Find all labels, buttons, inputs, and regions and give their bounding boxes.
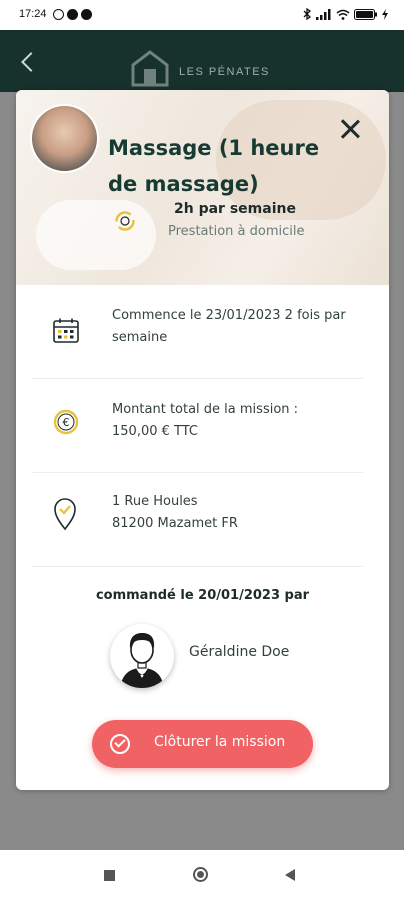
battery-icon	[354, 8, 377, 20]
euro-coin-icon: €	[53, 409, 79, 435]
ordered-by-label: commandé le 20/01/2023 par	[95, 588, 310, 603]
info-row-start-date: Commence le 23/01/2023 2 fois par semain…	[32, 285, 379, 379]
location-pin-icon	[54, 498, 76, 531]
person-avatar-icon	[120, 633, 164, 688]
app-header	[0, 30, 404, 92]
client-avatar	[110, 624, 174, 688]
status-notification-icons	[53, 9, 92, 20]
status-bar: 17:24	[0, 0, 404, 30]
check-circle-icon	[110, 734, 130, 754]
charging-icon	[382, 8, 388, 20]
status-system-icons	[303, 8, 388, 20]
wifi-icon	[336, 9, 350, 20]
frequency-text: 2h par semaine	[174, 201, 296, 217]
status-time: 17:24	[19, 8, 47, 20]
service-place: Prestation à domicile	[168, 224, 305, 239]
amount-text: Montant total de la mission : 150,00 € T…	[112, 402, 299, 439]
home-icon[interactable]	[193, 867, 208, 882]
svg-text:€: €	[63, 416, 70, 429]
hero-decoration	[36, 200, 156, 270]
brand-name: LES PÉNATES	[179, 66, 270, 78]
notification-icon	[81, 9, 92, 20]
info-row-address: 1 Rue Houles 81200 Mazamet FR	[32, 473, 379, 567]
back-triangle-icon[interactable]	[285, 869, 295, 881]
address-line2: 81200 Mazamet FR	[112, 516, 238, 531]
close-icon[interactable]	[339, 118, 361, 140]
mission-detail-card: Massage (1 heure de massage) 2h par sema…	[16, 90, 389, 790]
close-mission-label: Clôturer la mission	[154, 734, 286, 750]
client-name: Géraldine Doe	[189, 644, 290, 660]
house-logo-icon	[131, 50, 169, 87]
divider	[32, 566, 363, 567]
calendar-icon	[53, 318, 79, 343]
notification-icon	[67, 9, 78, 20]
address-line1: 1 Rue Houles	[112, 494, 198, 509]
beneficiary-avatar	[32, 106, 97, 171]
start-date-text: Commence le 23/01/2023 2 fois par semain…	[112, 308, 346, 345]
close-mission-button[interactable]: Clôturer la mission	[92, 720, 313, 768]
recurrence-icon	[115, 211, 135, 231]
signal-icon	[316, 8, 331, 20]
alarm-icon	[53, 9, 64, 20]
bluetooth-icon	[303, 8, 312, 20]
info-row-amount: € Montant total de la mission : 150,00 €…	[32, 379, 379, 473]
service-title: Massage (1 heure de massage)	[108, 136, 320, 196]
recent-apps-icon[interactable]	[104, 870, 115, 881]
